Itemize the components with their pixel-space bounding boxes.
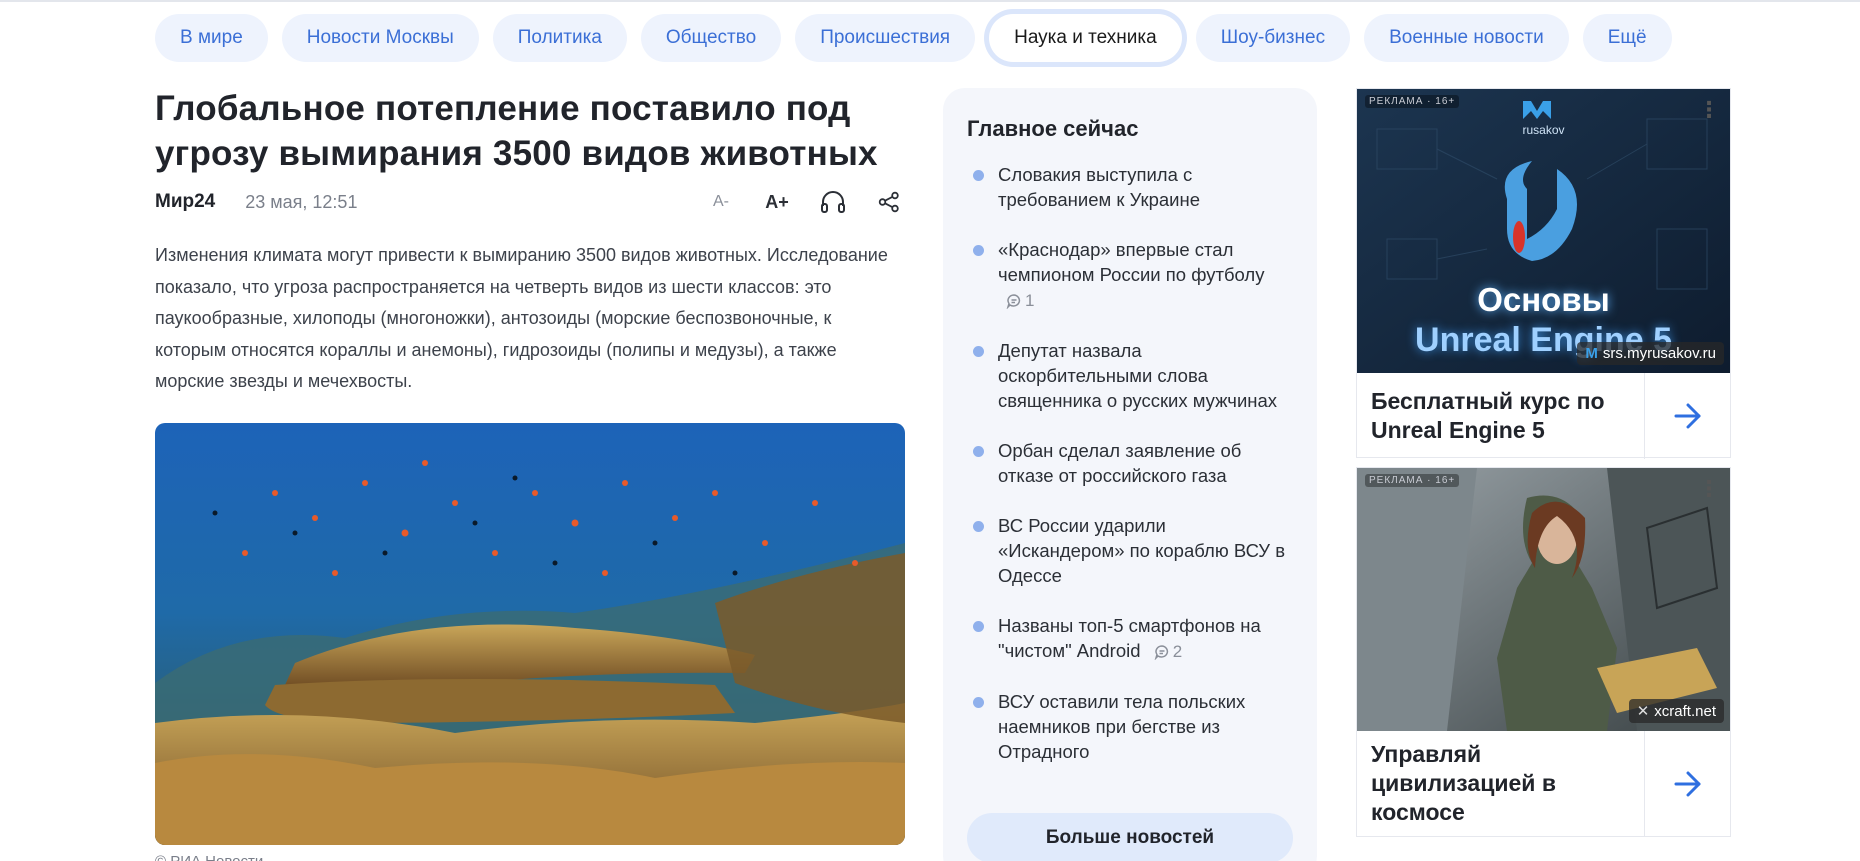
- tab-society[interactable]: Общество: [640, 14, 782, 62]
- bullet-dot: [973, 170, 984, 181]
- news-item-text: Депутат назвала оскорбительными слова св…: [998, 340, 1278, 411]
- tab-world[interactable]: В мире: [155, 14, 268, 62]
- headphones-icon[interactable]: [819, 188, 847, 216]
- tab-military[interactable]: Военные новости: [1364, 14, 1569, 62]
- more-options-icon[interactable]: ⋮: [1698, 478, 1720, 500]
- bullet-dot: [973, 245, 984, 256]
- comment-icon: [1006, 294, 1021, 310]
- main-news-sidebar: Главное сейчас Словакия выступила с треб…: [943, 88, 1317, 861]
- news-item-text: «Краснодар» впервые стал чемпионом Росси…: [998, 239, 1265, 285]
- article-date: 23 мая, 12:51: [245, 191, 358, 212]
- ad-text[interactable]: Бесплатный курс по Unreal Engine 5: [1357, 387, 1644, 445]
- bullet-dot: [973, 697, 984, 708]
- main-news-list: Словакия выступила с требованием к Украи…: [967, 162, 1293, 764]
- tab-incidents[interactable]: Происшествия: [795, 14, 976, 62]
- ad-space-game[interactable]: РЕКЛАМА · 16+ ⋮ ✕ xcraft.net Управляй цив…: [1356, 467, 1731, 837]
- font-decrease-button[interactable]: A-: [707, 188, 735, 216]
- news-item[interactable]: Словакия выступила с требованием к Украи…: [967, 162, 1293, 212]
- news-item[interactable]: «Краснодар» впервые стал чемпионом Росси…: [967, 237, 1293, 313]
- bullet-dot: [973, 521, 984, 532]
- tab-moscow-news[interactable]: Новости Москвы: [281, 14, 479, 62]
- news-item[interactable]: ВС России ударили «Искандером» по корабл…: [967, 513, 1293, 588]
- article: Глобальное потепление поставило под угро…: [155, 86, 905, 861]
- tab-politics[interactable]: Политика: [492, 14, 627, 62]
- ad-domain[interactable]: Msrs.myrusakov.ru: [1577, 342, 1724, 365]
- main-news-heading: Главное сейчас: [967, 116, 1139, 141]
- article-source[interactable]: Мир24: [155, 191, 215, 213]
- ad-image[interactable]: РЕКЛАМА · 16+ ⋮ ✕ xcraft.net: [1357, 468, 1730, 731]
- ad-image-brand: rusakov: [1522, 123, 1565, 137]
- ad-bottom: Управляй цивилизацией в космосе: [1357, 731, 1730, 836]
- comment-icon: [1154, 645, 1168, 661]
- arrow-right-icon[interactable]: [1644, 731, 1730, 836]
- photo-credit: © РИА Новости: [155, 852, 264, 861]
- article-title: Глобальное потепление поставило под угро…: [155, 89, 878, 173]
- ad-label: РЕКЛАМА · 16+: [1365, 474, 1460, 487]
- bullet-dot: [973, 346, 984, 357]
- ad-bottom: Бесплатный курс по Unreal Engine 5: [1357, 373, 1730, 459]
- news-item-text: ВС России ударили «Искандером» по корабл…: [998, 515, 1286, 586]
- news-item[interactable]: Орбан сделал заявление об отказе от росс…: [967, 438, 1293, 488]
- share-icon[interactable]: [875, 188, 903, 216]
- comments-count: 1: [1006, 291, 1034, 310]
- font-increase-button[interactable]: A+: [763, 188, 791, 216]
- arrow-right-icon[interactable]: [1644, 373, 1730, 459]
- top-divider: [0, 0, 1860, 2]
- category-tabs: В мире Новости Москвы Политика Общество …: [155, 14, 1672, 62]
- news-item[interactable]: Названы топ-5 смартфонов на "чистом" And…: [967, 613, 1293, 664]
- news-item-text: ВСУ оставили тела польских наемников при…: [998, 691, 1246, 762]
- comments-count: 2: [1154, 642, 1182, 661]
- ad-image-line1: Основы: [1477, 281, 1610, 318]
- news-item-text: Словакия выступила с требованием к Украи…: [998, 164, 1201, 210]
- more-options-icon[interactable]: ⋮: [1698, 99, 1720, 121]
- tab-showbiz[interactable]: Шоу-бизнес: [1195, 14, 1351, 62]
- news-item[interactable]: Депутат назвала оскорбительными слова св…: [967, 338, 1293, 413]
- news-item-text: Орбан сделал заявление об отказе от росс…: [998, 440, 1242, 486]
- article-lead: Изменения климата могут привести к вымир…: [155, 245, 888, 391]
- ad-domain-logo-icon: M: [1585, 345, 1598, 362]
- article-tools: A- A+: [707, 188, 905, 216]
- bullet-dot: [973, 621, 984, 632]
- tab-more[interactable]: Ещё: [1582, 14, 1672, 62]
- news-item[interactable]: ВСУ оставили тела польских наемников при…: [967, 689, 1293, 764]
- ad-unreal-course[interactable]: РЕКЛАМА · 16+ rusakov Основы Unreal Engi…: [1356, 88, 1731, 459]
- more-news-button[interactable]: Больше новостей: [967, 813, 1293, 861]
- ad-domain[interactable]: ✕ xcraft.net: [1628, 699, 1724, 723]
- article-meta: Мир24 23 мая, 12:51 A- A+: [155, 184, 905, 220]
- ad-domain-logo-icon: ✕: [1636, 703, 1650, 720]
- ad-text[interactable]: Управляй цивилизацией в космосе: [1357, 740, 1644, 827]
- news-item-text: Названы топ-5 смартфонов на "чистом" And…: [998, 615, 1261, 661]
- bullet-dot: [973, 446, 984, 457]
- tab-science[interactable]: Наука и техника: [989, 14, 1182, 62]
- ad-image[interactable]: РЕКЛАМА · 16+ rusakov Основы Unreal Engi…: [1357, 89, 1730, 373]
- ad-label: РЕКЛАМА · 16+: [1365, 95, 1460, 108]
- article-photo[interactable]: [155, 422, 905, 845]
